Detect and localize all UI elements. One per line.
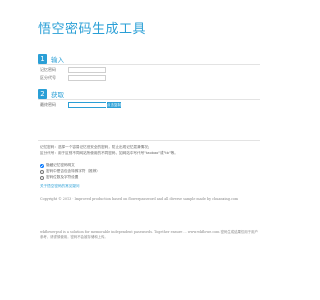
- option-checkbox[interactable]: [40, 169, 44, 174]
- final-password-input[interactable]: [68, 102, 106, 108]
- option-label: 密码位数及字符设置: [46, 175, 79, 179]
- note-memory-password: 记忆密码：选择一个容易记忆但安全的密码，防止出现记忆混淆情况；: [40, 145, 152, 149]
- step-number-badge: 2: [38, 89, 47, 99]
- step-label: 输入: [51, 56, 64, 64]
- option-label: 密码中是否包含特殊字符（推荐）: [46, 169, 100, 173]
- divider: [38, 99, 260, 100]
- option-label: 隐藏记忆密码明文: [46, 163, 75, 167]
- option-checkbox[interactable]: [40, 163, 44, 168]
- step-label: 获取: [51, 91, 64, 99]
- option-special-chars[interactable]: 密码中是否包含特殊字符（推荐）: [40, 169, 100, 174]
- note-distinction-code: 区分代号：用于区别不同网站所使用的不同密码，如网站中写代号"taobao"或"t…: [40, 151, 178, 155]
- memory-password-input[interactable]: [68, 67, 106, 73]
- divider: [38, 64, 260, 65]
- distinction-code-input[interactable]: [68, 75, 106, 81]
- final-password-row: 最终密码 点击复制: [40, 102, 121, 108]
- divider: [38, 140, 260, 141]
- copy-button[interactable]: 点击复制: [107, 102, 121, 108]
- page-title: 悟空密码生成工具: [38, 22, 147, 37]
- footer-description: wkflowerpsd is a solution for memorable …: [40, 230, 258, 239]
- step-number-badge: 1: [38, 54, 47, 64]
- faq-link[interactable]: 关于悟空密码的常见疑问: [40, 184, 80, 189]
- option-checkbox[interactable]: [40, 175, 44, 180]
- option-hide-password[interactable]: 隐藏记忆密码明文: [40, 163, 75, 168]
- step-output-header: 2 获取: [38, 89, 64, 99]
- distinction-code-row: 区分代号: [40, 75, 106, 81]
- memory-password-label: 记忆密码: [40, 67, 56, 72]
- footer-copyright: Copyright © 2013 · Improved production b…: [40, 197, 239, 201]
- final-password-label: 最终密码: [40, 102, 56, 107]
- option-length-settings[interactable]: 密码位数及字符设置: [40, 175, 78, 180]
- memory-password-row: 记忆密码: [40, 67, 106, 73]
- distinction-code-label: 区分代号: [40, 75, 56, 80]
- step-input-header: 1 输入: [38, 54, 64, 64]
